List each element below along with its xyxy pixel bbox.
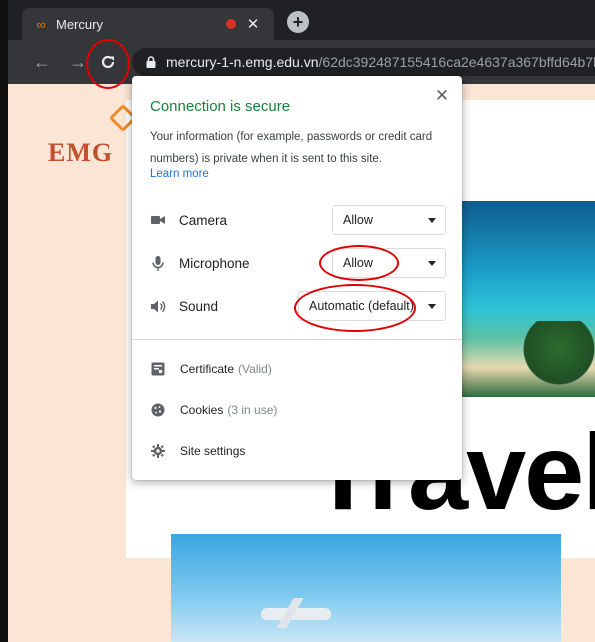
- new-tab-button[interactable]: +: [287, 11, 309, 33]
- airplane-photo: [171, 534, 561, 642]
- recording-indicator-icon: [226, 19, 236, 29]
- url-text: mercury-1-n.emg.edu.vn/62dc392487155416c…: [166, 54, 595, 70]
- permission-row-camera: Camera Allow: [150, 205, 446, 235]
- lock-icon[interactable]: [144, 55, 158, 69]
- certificate-label: Certificate: [180, 362, 235, 376]
- emg-logo: EMG: [48, 138, 114, 167]
- url-host: mercury-1-n.emg.edu.vn: [166, 54, 319, 70]
- cookies-item[interactable]: Cookies (3 in use): [150, 398, 446, 422]
- address-bar[interactable]: mercury-1-n.emg.edu.vn/62dc392487155416c…: [132, 48, 595, 76]
- certificate-item[interactable]: Certificate (Valid): [150, 357, 446, 381]
- site-settings-item[interactable]: Site settings: [150, 439, 446, 463]
- permission-row-sound: Sound Automatic (default): [150, 291, 446, 321]
- tab-title: Mercury: [56, 16, 103, 32]
- permission-value: Allow: [343, 256, 373, 270]
- connection-description: Your information (for example, passwords…: [150, 131, 433, 165]
- back-button[interactable]: ←: [30, 50, 54, 74]
- permission-value: Allow: [343, 213, 373, 227]
- permission-value: Automatic (default): [309, 299, 414, 313]
- sound-icon: [150, 298, 166, 314]
- close-icon[interactable]: ✕: [434, 86, 450, 106]
- airplane-shape: [261, 608, 331, 620]
- site-settings-label: Site settings: [180, 444, 246, 458]
- sound-permission-select[interactable]: Automatic (default): [298, 291, 446, 321]
- gear-icon: [150, 443, 166, 459]
- cookie-icon: [150, 402, 166, 418]
- site-info-popup: ✕ Connection is secure Your information …: [132, 76, 462, 480]
- palm-trees: [519, 321, 595, 391]
- chevron-down-icon: [428, 303, 436, 309]
- connection-status-title: Connection is secure: [150, 98, 291, 115]
- camera-permission-select[interactable]: Allow: [332, 205, 446, 235]
- reload-button[interactable]: [96, 50, 120, 74]
- tab-strip: ∞ Mercury ✕ +: [8, 0, 595, 40]
- mercury-favicon-icon: ∞: [36, 16, 46, 32]
- cookies-label: Cookies: [180, 403, 224, 417]
- certificate-icon: [150, 361, 166, 377]
- forward-button[interactable]: →: [66, 50, 90, 74]
- tab-mercury[interactable]: ∞ Mercury ✕: [22, 8, 274, 40]
- camera-icon: [150, 212, 166, 228]
- cookies-count: (3 in use): [227, 403, 278, 417]
- reload-icon: [101, 55, 115, 69]
- permission-row-microphone: Microphone Allow: [150, 248, 446, 278]
- learn-more-link[interactable]: Learn more: [150, 168, 209, 180]
- browser-window: ∞ Mercury ✕ + ← → mercury-1-n.emg.edu.vn…: [0, 0, 595, 642]
- chevron-down-icon: [428, 260, 436, 266]
- certificate-status: (Valid): [238, 362, 272, 376]
- microphone-icon: [150, 255, 166, 271]
- tab-close-icon[interactable]: ✕: [246, 15, 260, 33]
- url-path: /62dc392487155416ca2e4637a367bffd64b7b: [318, 54, 595, 70]
- chevron-down-icon: [428, 217, 436, 223]
- resort-photo: [459, 201, 595, 397]
- popup-divider: [132, 339, 462, 340]
- microphone-permission-select[interactable]: Allow: [332, 248, 446, 278]
